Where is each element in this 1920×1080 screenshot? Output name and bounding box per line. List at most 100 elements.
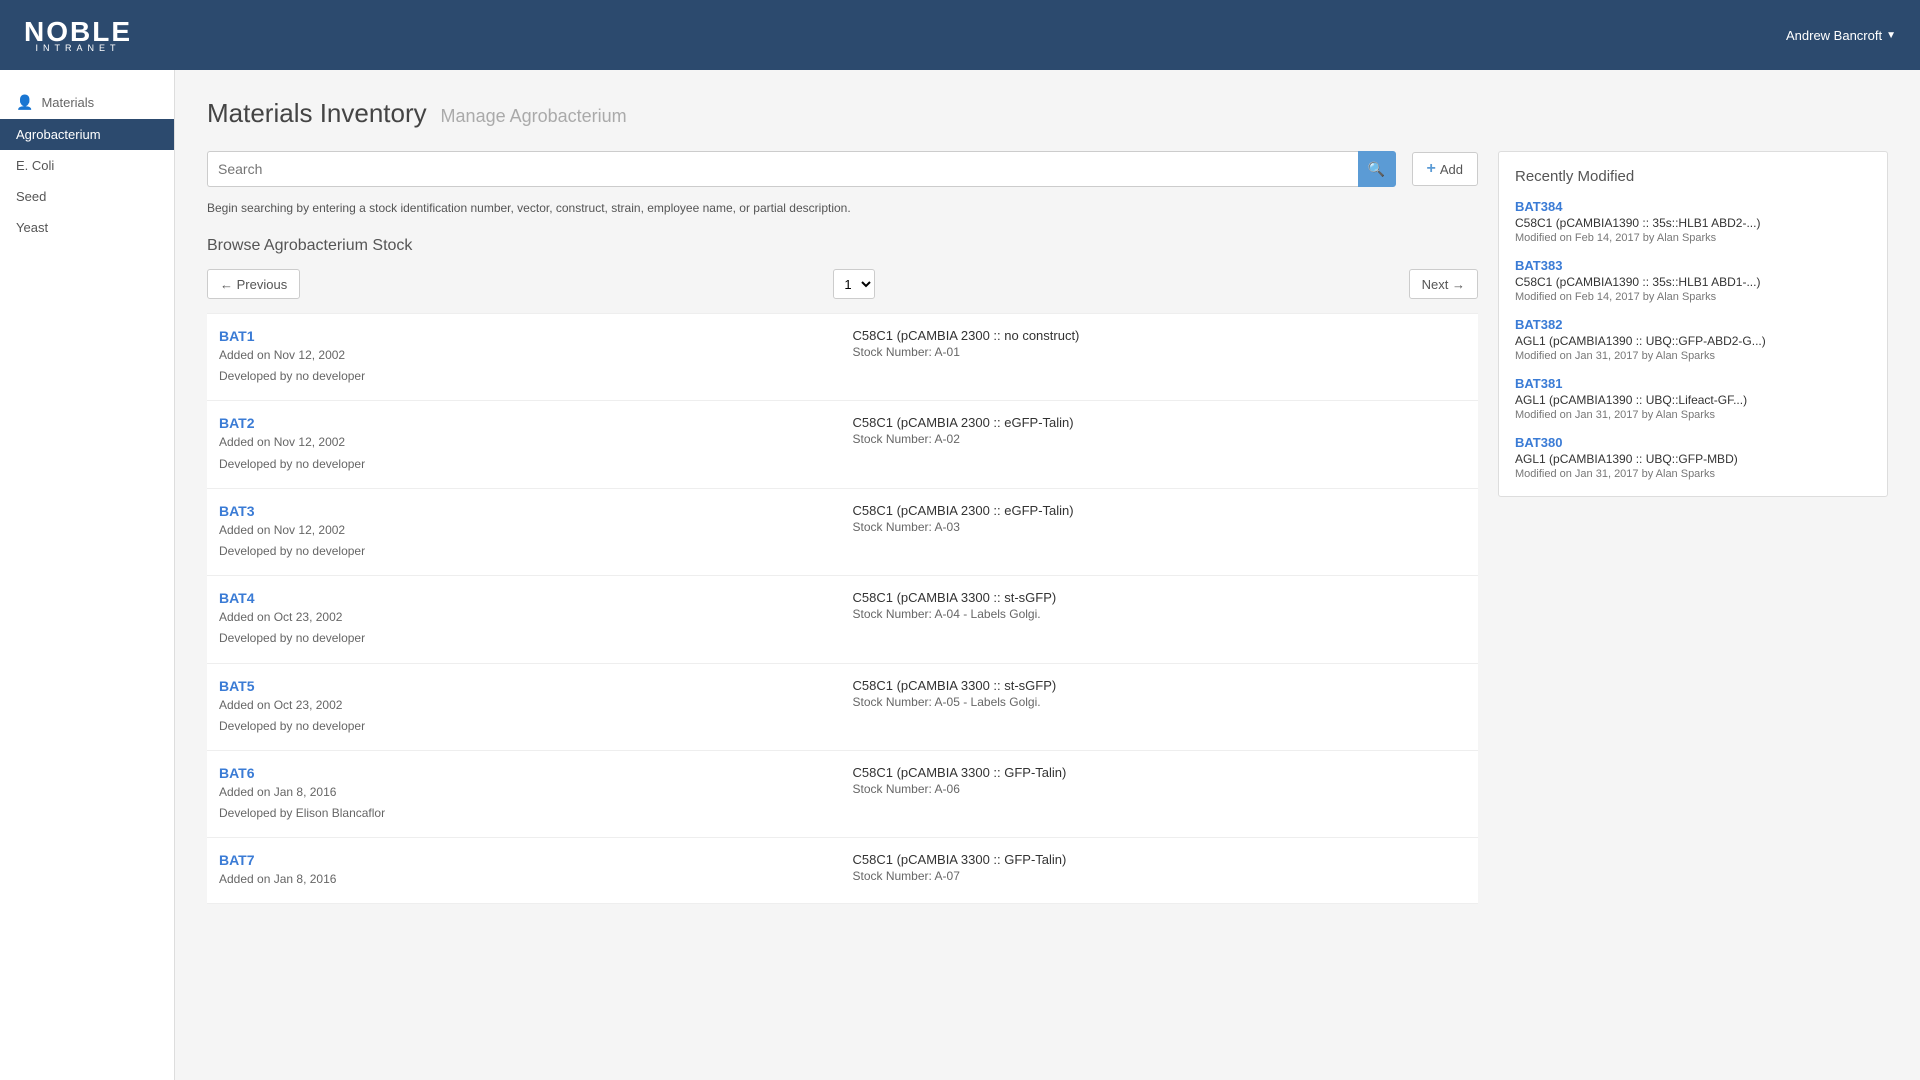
header: NOBLE INTRANET Andrew Bancroft ▼: [0, 0, 1920, 70]
stock-number: Stock Number: A-06: [853, 782, 1467, 796]
rm-date: Modified on Jan 31, 2017 by Alan Sparks: [1515, 468, 1871, 480]
rm-header: Recently Modified: [1515, 168, 1871, 185]
main-content: Materials Inventory Manage Agrobacterium…: [175, 70, 1920, 1080]
rm-date: Modified on Feb 14, 2017 by Alan Sparks: [1515, 291, 1871, 303]
rm-link[interactable]: BAT384: [1515, 199, 1871, 214]
right-panel: Recently Modified BAT384 C58C1 (pCAMBIA1…: [1498, 151, 1888, 904]
stock-number: Stock Number: A-03: [853, 520, 1467, 534]
next-button[interactable]: Next →: [1409, 269, 1478, 299]
rm-link[interactable]: BAT380: [1515, 435, 1871, 450]
stock-item: BAT6 Added on Jan 8, 2016 Developed by E…: [207, 751, 1478, 838]
stock-added: Added on Jan 8, 2016: [219, 870, 833, 889]
stock-link[interactable]: BAT2: [219, 415, 255, 431]
stock-link[interactable]: BAT5: [219, 678, 255, 694]
content-area: 🔍 + Add Begin searching by entering a st…: [207, 151, 1888, 904]
left-panel: 🔍 + Add Begin searching by entering a st…: [207, 151, 1478, 904]
search-hint: Begin searching by entering a stock iden…: [207, 199, 1478, 217]
person-icon: 👤: [16, 94, 33, 111]
search-input[interactable]: [207, 151, 1358, 187]
stock-link[interactable]: BAT3: [219, 503, 255, 519]
rm-desc: AGL1 (pCAMBIA1390 :: UBQ::GFP-MBD): [1515, 452, 1871, 466]
stock-list: BAT1 Added on Nov 12, 2002 Developed by …: [207, 313, 1478, 904]
rm-item: BAT381 AGL1 (pCAMBIA1390 :: UBQ::Lifeact…: [1515, 376, 1871, 421]
rm-desc: C58C1 (pCAMBIA1390 :: 35s::HLB1 ABD1-...…: [1515, 275, 1871, 289]
stock-added: Added on Jan 8, 2016: [219, 783, 833, 802]
rm-item: BAT380 AGL1 (pCAMBIA1390 :: UBQ::GFP-MBD…: [1515, 435, 1871, 480]
stock-desc: C58C1 (pCAMBIA 3300 :: GFP-Talin): [853, 852, 1467, 867]
stock-developer: Developed by no developer: [219, 717, 833, 736]
rm-date: Modified on Jan 31, 2017 by Alan Sparks: [1515, 409, 1871, 421]
stock-item: BAT1 Added on Nov 12, 2002 Developed by …: [207, 313, 1478, 401]
browse-header: Browse Agrobacterium Stock: [207, 237, 1478, 255]
stock-link[interactable]: BAT7: [219, 852, 255, 868]
rm-item: BAT382 AGL1 (pCAMBIA1390 :: UBQ::GFP-ABD…: [1515, 317, 1871, 362]
search-row: 🔍 + Add: [207, 151, 1478, 187]
page-header: Materials Inventory Manage Agrobacterium: [207, 98, 1888, 129]
stock-developer: Developed by no developer: [219, 629, 833, 648]
recently-modified-panel: Recently Modified BAT384 C58C1 (pCAMBIA1…: [1498, 151, 1888, 497]
stock-item: BAT7 Added on Jan 8, 2016 C58C1 (pCAMBIA…: [207, 838, 1478, 904]
rm-link[interactable]: BAT383: [1515, 258, 1871, 273]
page-subtitle: Manage Agrobacterium: [441, 106, 627, 126]
rm-desc: AGL1 (pCAMBIA1390 :: UBQ::GFP-ABD2-G...): [1515, 334, 1871, 348]
stock-desc: C58C1 (pCAMBIA 2300 :: no construct): [853, 328, 1467, 343]
stock-number: Stock Number: A-01: [853, 345, 1467, 359]
sidebar-item-yeast[interactable]: Yeast: [0, 212, 174, 243]
stock-link[interactable]: BAT1: [219, 328, 255, 344]
stock-added: Added on Oct 23, 2002: [219, 696, 833, 715]
rm-link[interactable]: BAT382: [1515, 317, 1871, 332]
stock-developer: Developed by no developer: [219, 542, 833, 561]
add-button[interactable]: + Add: [1412, 152, 1478, 186]
user-name: Andrew Bancroft: [1786, 28, 1882, 43]
rm-date: Modified on Jan 31, 2017 by Alan Sparks: [1515, 350, 1871, 362]
plus-icon: +: [1427, 160, 1436, 178]
rm-desc: C58C1 (pCAMBIA1390 :: 35s::HLB1 ABD2-...…: [1515, 216, 1871, 230]
stock-number: Stock Number: A-02: [853, 432, 1467, 446]
pagination: ← Previous 1 Next →: [207, 269, 1478, 299]
rm-item: BAT384 C58C1 (pCAMBIA1390 :: 35s::HLB1 A…: [1515, 199, 1871, 244]
stock-item: BAT3 Added on Nov 12, 2002 Developed by …: [207, 489, 1478, 576]
stock-added: Added on Oct 23, 2002: [219, 608, 833, 627]
prev-button[interactable]: ← Previous: [207, 269, 300, 299]
stock-desc: C58C1 (pCAMBIA 2300 :: eGFP-Talin): [853, 415, 1467, 430]
stock-link[interactable]: BAT4: [219, 590, 255, 606]
stock-desc: C58C1 (pCAMBIA 2300 :: eGFP-Talin): [853, 503, 1467, 518]
stock-added: Added on Nov 12, 2002: [219, 521, 833, 540]
logo-main: NOBLE: [24, 16, 132, 47]
stock-developer: Developed by no developer: [219, 367, 833, 386]
caret-icon: ▼: [1886, 30, 1896, 41]
rm-date: Modified on Feb 14, 2017 by Alan Sparks: [1515, 232, 1871, 244]
page-select[interactable]: 1: [833, 269, 875, 299]
sidebar: 👤 Materials Agrobacterium E. Coli Seed Y…: [0, 70, 175, 1080]
stock-desc: C58C1 (pCAMBIA 3300 :: st-sGFP): [853, 590, 1467, 605]
layout: 👤 Materials Agrobacterium E. Coli Seed Y…: [0, 70, 1920, 1080]
sidebar-item-seed[interactable]: Seed: [0, 181, 174, 212]
stock-developer: Developed by no developer: [219, 455, 833, 474]
stock-item: BAT4 Added on Oct 23, 2002 Developed by …: [207, 576, 1478, 663]
rm-link[interactable]: BAT381: [1515, 376, 1871, 391]
sidebar-item-ecoli[interactable]: E. Coli: [0, 150, 174, 181]
logo: NOBLE INTRANET: [24, 18, 132, 53]
user-menu[interactable]: Andrew Bancroft ▼: [1786, 28, 1896, 43]
page-title: Materials Inventory: [207, 98, 427, 128]
rm-list: BAT384 C58C1 (pCAMBIA1390 :: 35s::HLB1 A…: [1515, 199, 1871, 480]
stock-number: Stock Number: A-07: [853, 869, 1467, 883]
stock-item: BAT2 Added on Nov 12, 2002 Developed by …: [207, 401, 1478, 488]
stock-added: Added on Nov 12, 2002: [219, 346, 833, 365]
sidebar-section-header: 👤 Materials: [0, 86, 174, 119]
stock-developer: Developed by Elison Blancaflor: [219, 804, 833, 823]
stock-number: Stock Number: A-04 - Labels Golgi.: [853, 607, 1467, 621]
sidebar-item-agrobacterium[interactable]: Agrobacterium: [0, 119, 174, 150]
logo-sub: INTRANET: [24, 44, 132, 53]
add-label: Add: [1440, 162, 1463, 177]
stock-number: Stock Number: A-05 - Labels Golgi.: [853, 695, 1467, 709]
search-button[interactable]: 🔍: [1358, 151, 1396, 187]
rm-item: BAT383 C58C1 (pCAMBIA1390 :: 35s::HLB1 A…: [1515, 258, 1871, 303]
stock-desc: C58C1 (pCAMBIA 3300 :: GFP-Talin): [853, 765, 1467, 780]
stock-item: BAT5 Added on Oct 23, 2002 Developed by …: [207, 664, 1478, 751]
stock-desc: C58C1 (pCAMBIA 3300 :: st-sGFP): [853, 678, 1467, 693]
stock-added: Added on Nov 12, 2002: [219, 433, 833, 452]
stock-link[interactable]: BAT6: [219, 765, 255, 781]
sidebar-section-label: Materials: [41, 95, 94, 110]
rm-desc: AGL1 (pCAMBIA1390 :: UBQ::Lifeact-GF...): [1515, 393, 1871, 407]
